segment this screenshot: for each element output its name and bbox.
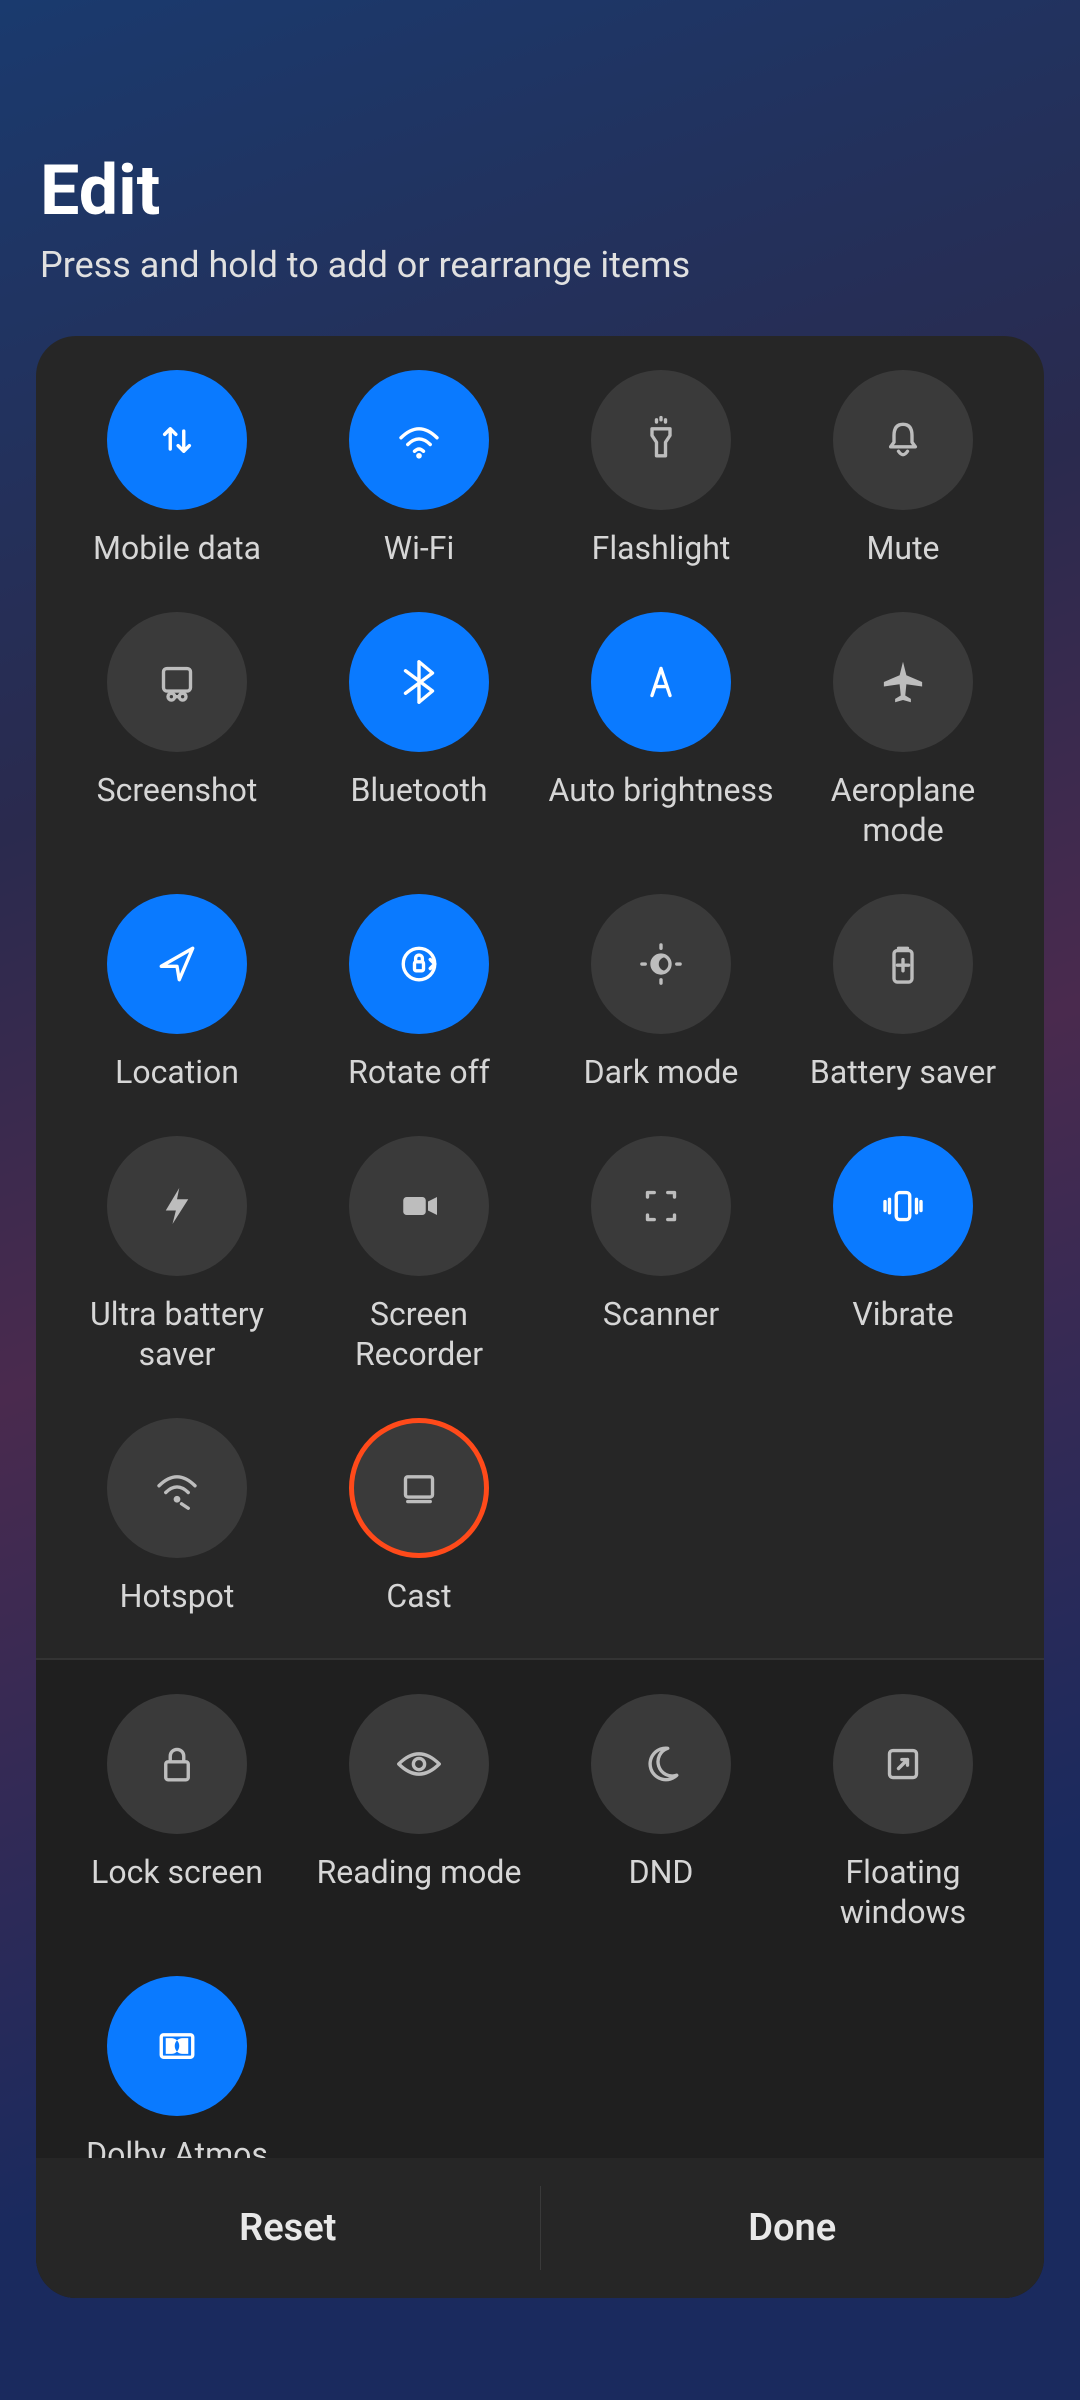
tile-label: Dark mode <box>584 1052 739 1092</box>
moon-icon <box>591 1694 731 1834</box>
tile-flashlight[interactable]: Flashlight <box>540 348 782 590</box>
reset-button[interactable]: Reset <box>36 2158 540 2298</box>
tile-reading-mode[interactable]: Reading mode <box>298 1672 540 1954</box>
tile-label: ScreenRecorder <box>355 1294 483 1374</box>
page-title: Edit <box>40 150 1040 232</box>
tiles-grid-more: Lock screen Reading mode DND Floatingwindow… <box>36 1660 1044 2216</box>
tile-lock-screen[interactable]: Lock screen <box>56 1672 298 1954</box>
tile-label: Lock screen <box>91 1852 263 1892</box>
tile-aeroplane-mode[interactable]: Aeroplanemode <box>782 590 1024 872</box>
tile-battery-saver[interactable]: Battery saver <box>782 872 1024 1114</box>
tile-floating-windows[interactable]: Floatingwindows <box>782 1672 1024 1954</box>
rotate-lock-icon <box>349 894 489 1034</box>
tile-scanner[interactable]: Scanner <box>540 1114 782 1396</box>
tile-label: Rotate off <box>348 1052 490 1092</box>
tile-label: Ultra batterysaver <box>90 1294 264 1374</box>
video-icon <box>349 1136 489 1276</box>
tile-label: Wi-Fi <box>384 528 454 568</box>
tile-label: Battery saver <box>810 1052 996 1092</box>
vibrate-icon <box>833 1136 973 1276</box>
tile-vibrate[interactable]: Vibrate <box>782 1114 1024 1396</box>
tile-wifi[interactable]: Wi-Fi <box>298 348 540 590</box>
tile-label: Aeroplanemode <box>831 770 975 850</box>
tile-location[interactable]: Location <box>56 872 298 1114</box>
tile-bluetooth[interactable]: Bluetooth <box>298 590 540 872</box>
flashlight-icon <box>591 370 731 510</box>
footer-bar: Reset Done <box>36 2158 1044 2298</box>
wifi-icon <box>349 370 489 510</box>
screenshot-icon <box>107 612 247 752</box>
tile-label: Hotspot <box>120 1576 235 1616</box>
tile-label: DND <box>629 1852 694 1892</box>
tile-label: Flashlight <box>592 528 731 568</box>
tile-cast[interactable]: Cast <box>298 1396 540 1638</box>
tile-label: Screenshot <box>97 770 258 810</box>
hotspot-icon <box>107 1418 247 1558</box>
tile-dark-mode[interactable]: Dark mode <box>540 872 782 1114</box>
tile-auto-brightness[interactable]: Auto brightness <box>540 590 782 872</box>
battery-plus-icon <box>833 894 973 1034</box>
auto-brightness-icon <box>591 612 731 752</box>
page-subtitle: Press and hold to add or rearrange items <box>40 244 1040 286</box>
tile-label: Reading mode <box>317 1852 522 1892</box>
tile-label: Cast <box>386 1576 451 1616</box>
tiles-grid-main: Mobile data Wi-Fi Flashlight Mute Screenshot… <box>36 336 1044 1658</box>
bluetooth-icon <box>349 612 489 752</box>
eye-icon <box>349 1694 489 1834</box>
tile-mobile-data[interactable]: Mobile data <box>56 348 298 590</box>
tile-rotate-off[interactable]: Rotate off <box>298 872 540 1114</box>
tile-label: Vibrate <box>852 1294 953 1334</box>
tile-label: Mobile data <box>93 528 261 568</box>
mobile-data-icon <box>107 370 247 510</box>
tile-label: Auto brightness <box>548 770 773 810</box>
tile-hotspot[interactable]: Hotspot <box>56 1396 298 1638</box>
tile-label: Mute <box>866 528 939 568</box>
dolby-icon <box>107 1976 247 2116</box>
dark-mode-icon <box>591 894 731 1034</box>
tile-label: Floatingwindows <box>840 1852 966 1932</box>
floating-window-icon <box>833 1694 973 1834</box>
tile-label: Location <box>115 1052 239 1092</box>
scan-icon <box>591 1136 731 1276</box>
lock-icon <box>107 1694 247 1834</box>
done-button[interactable]: Done <box>541 2158 1045 2298</box>
airplane-icon <box>833 612 973 752</box>
location-icon <box>107 894 247 1034</box>
tile-dnd[interactable]: DND <box>540 1672 782 1954</box>
tile-screenshot[interactable]: Screenshot <box>56 590 298 872</box>
tile-label: Bluetooth <box>350 770 487 810</box>
tile-label: Scanner <box>603 1294 719 1334</box>
tile-screen-recorder[interactable]: ScreenRecorder <box>298 1114 540 1396</box>
bell-icon <box>833 370 973 510</box>
cast-icon <box>349 1418 489 1558</box>
bolt-icon <box>107 1136 247 1276</box>
header: Edit Press and hold to add or rearrange … <box>0 0 1080 316</box>
tiles-panel: Mobile data Wi-Fi Flashlight Mute Screenshot… <box>36 336 1044 2298</box>
tile-mute[interactable]: Mute <box>782 348 1024 590</box>
tile-ultra-battery-saver[interactable]: Ultra batterysaver <box>56 1114 298 1396</box>
